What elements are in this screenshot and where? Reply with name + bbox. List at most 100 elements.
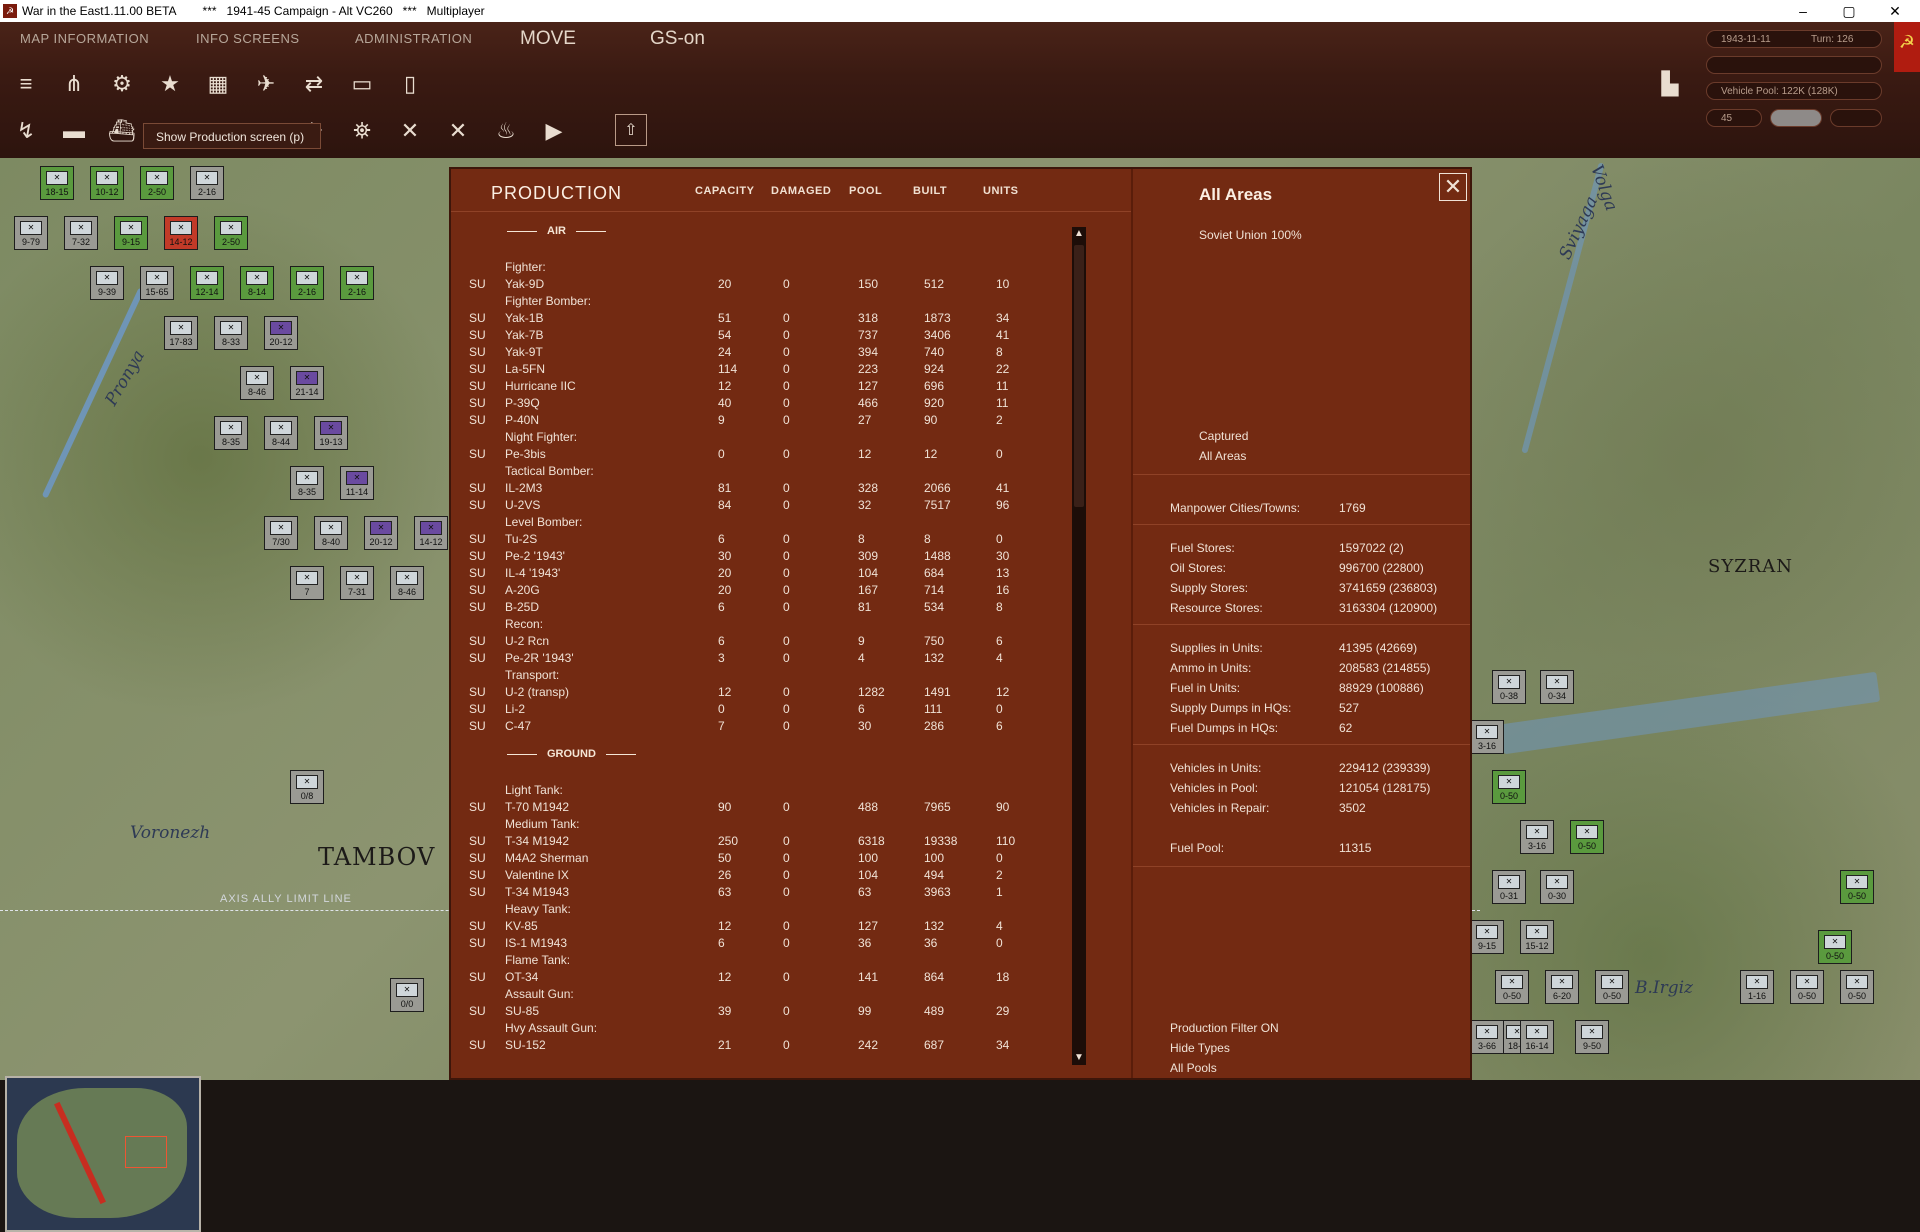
production-row[interactable]: SU A-20G 20 0 167 714 16 <box>451 583 1061 600</box>
unit-counter[interactable]: ✕ 14-12 <box>164 216 198 250</box>
filter-production[interactable]: Production Filter ON <box>1170 1021 1279 1035</box>
item-name[interactable]: Tu-2S <box>505 532 537 546</box>
production-row[interactable]: SU IS-1 M1943 6 0 36 36 0 <box>451 936 1061 953</box>
production-row[interactable]: SU M4A2 Sherman 50 0 100 100 0 <box>451 851 1061 868</box>
unit-counter[interactable]: ✕ 15-65 <box>140 266 174 300</box>
close-icon[interactable]: ✕ <box>1439 173 1467 201</box>
production-row[interactable]: SU C-47 7 0 30 286 6 <box>451 719 1061 736</box>
col-capacity[interactable]: CAPACITY <box>695 185 754 197</box>
item-name[interactable]: T-34 M1943 <box>505 885 569 899</box>
production-row[interactable]: SU T-70 M1942 90 0 488 7965 90 <box>451 800 1061 817</box>
item-name[interactable]: IL-4 '1943' <box>505 566 560 580</box>
chart-icon[interactable]: ▙ <box>1653 67 1687 101</box>
unit-counter[interactable]: ✕ 3-16 <box>1470 720 1504 754</box>
production-row[interactable]: SU Li-2 0 0 6 111 0 <box>451 702 1061 719</box>
end-turn-icon[interactable]: ⇧ <box>615 114 647 146</box>
production-row[interactable]: SU U-2 Rcn 6 0 9 750 6 <box>451 634 1061 651</box>
unit-counter[interactable]: ✕ 0-38 <box>1492 670 1526 704</box>
move-mode-icon[interactable]: ↯ <box>9 114 43 148</box>
filter-hide-types[interactable]: Hide Types <box>1170 1041 1230 1055</box>
item-name[interactable]: Li-2 <box>505 702 525 716</box>
unit-counter[interactable]: ✕ 8-33 <box>214 316 248 350</box>
unit-counter[interactable]: ✕ 0-50 <box>1818 930 1852 964</box>
unit-counter[interactable]: ✕ 10-12 <box>90 166 124 200</box>
unit-counter[interactable]: ✕ 9-79 <box>14 216 48 250</box>
item-name[interactable]: T-34 M1942 <box>505 834 569 848</box>
unit-counter[interactable]: ✕ 16-14 <box>1520 1020 1554 1054</box>
unit-counter[interactable]: ✕ 20-12 <box>364 516 398 550</box>
item-name[interactable]: B-25D <box>505 600 539 614</box>
unit-counter[interactable]: ✕ 7/30 <box>264 516 298 550</box>
production-row[interactable]: SU Yak-1B 51 0 318 1873 34 <box>451 311 1061 328</box>
menu-map-information[interactable]: MAP INFORMATION <box>20 31 149 46</box>
production-row[interactable]: SU T-34 M1942 250 0 6318 19338 110 <box>451 834 1061 851</box>
production-row[interactable]: SU OT-34 12 0 141 864 18 <box>451 970 1061 987</box>
unit-counter[interactable]: ✕ 8-40 <box>314 516 348 550</box>
unit-counter[interactable]: ✕ 0/0 <box>390 978 424 1012</box>
item-name[interactable]: Yak-1B <box>505 311 543 325</box>
unit-counter[interactable]: ✕ 0-50 <box>1570 820 1604 854</box>
unit-counter[interactable]: ✕ 20-12 <box>264 316 298 350</box>
col-units[interactable]: UNITS <box>983 185 1019 197</box>
item-name[interactable]: T-70 M1942 <box>505 800 569 814</box>
item-name[interactable]: A-20G <box>505 583 540 597</box>
unit-counter[interactable]: ✕ 0-50 <box>1840 970 1874 1004</box>
item-name[interactable]: Yak-9T <box>505 345 543 359</box>
unit-counter[interactable]: ✕ 9-15 <box>114 216 148 250</box>
item-name[interactable]: IL-2M3 <box>505 481 542 495</box>
unit-tree-icon[interactable]: ⋔ <box>57 67 91 101</box>
scroll-down-icon[interactable]: ▼ <box>1072 1051 1086 1065</box>
unit-counter[interactable]: ✕ 6-20 <box>1545 970 1579 1004</box>
unit-counter[interactable]: ✕ 3-66 <box>1470 1020 1504 1054</box>
unit-counter[interactable]: ✕ 2-16 <box>290 266 324 300</box>
unit-counter[interactable]: ✕ 9-15 <box>1470 920 1504 954</box>
item-name[interactable]: Yak-7B <box>505 328 543 342</box>
item-name[interactable]: KV-85 <box>505 919 538 933</box>
interdiction-icon[interactable]: ✕ <box>393 114 427 148</box>
unit-counter[interactable]: ✕ 9-39 <box>90 266 124 300</box>
item-name[interactable]: U-2 (transp) <box>505 685 569 699</box>
item-name[interactable]: U-2VS <box>505 498 540 512</box>
production-icon[interactable]: ▦ <box>201 67 235 101</box>
item-name[interactable]: Pe-3bis <box>505 447 546 461</box>
unit-counter[interactable]: ✕ 7-32 <box>64 216 98 250</box>
item-name[interactable]: U-2 Rcn <box>505 634 549 648</box>
unit-counter[interactable]: ✕ 17-83 <box>164 316 198 350</box>
production-row[interactable]: SU Yak-9D 20 0 150 512 10 <box>451 277 1061 294</box>
production-row[interactable]: SU U-2VS 84 0 32 7517 96 <box>451 498 1061 515</box>
item-name[interactable]: SU-85 <box>505 1004 539 1018</box>
gear-icon[interactable]: ⚙ <box>105 67 139 101</box>
unit-counter[interactable]: ✕ 1-16 <box>1740 970 1774 1004</box>
slider-pill[interactable] <box>1770 109 1822 127</box>
production-row[interactable]: SU U-2 (transp) 12 0 1282 1491 12 <box>451 685 1061 702</box>
production-row[interactable]: SU T-34 M1943 63 0 63 3963 1 <box>451 885 1061 902</box>
production-row[interactable]: SU SU-152 21 0 242 687 34 <box>451 1038 1061 1055</box>
production-row[interactable]: SU P-40N 9 0 27 90 2 <box>451 413 1061 430</box>
unit-counter[interactable]: ✕ 0/8 <box>290 770 324 804</box>
bomber-icon[interactable]: ⛯ <box>345 114 379 148</box>
star-icon[interactable]: ★ <box>153 67 187 101</box>
item-name[interactable]: La-5FN <box>505 362 545 376</box>
production-row[interactable]: SU IL-2M3 81 0 328 2066 41 <box>451 481 1061 498</box>
unit-counter[interactable]: ✕ 0-31 <box>1492 870 1526 904</box>
scroll-up-icon[interactable]: ▲ <box>1072 227 1086 241</box>
unit-counter[interactable]: ✕ 15-12 <box>1520 920 1554 954</box>
production-row[interactable]: SU B-25D 6 0 81 534 8 <box>451 600 1061 617</box>
item-name[interactable]: Hurricane IIC <box>505 379 576 393</box>
item-name[interactable]: P-39Q <box>505 396 540 410</box>
production-row[interactable]: SU Pe-2 '1943' 30 0 309 1488 30 <box>451 549 1061 566</box>
minimap-viewport[interactable] <box>125 1136 167 1168</box>
menu-info-screens[interactable]: INFO SCREENS <box>196 31 300 46</box>
item-name[interactable]: OT-34 <box>505 970 538 984</box>
unit-counter[interactable]: ✕ 0-50 <box>1492 770 1526 804</box>
rail-icon[interactable]: ▭ <box>345 67 379 101</box>
unit-counter[interactable]: ✕ 11-14 <box>340 466 374 500</box>
unit-counter[interactable]: ✕ 8-35 <box>290 466 324 500</box>
item-name[interactable]: M4A2 Sherman <box>505 851 588 865</box>
minimap[interactable] <box>5 1076 201 1232</box>
unit-counter[interactable]: ✕ 9-50 <box>1575 1020 1609 1054</box>
col-pool[interactable]: POOL <box>849 185 882 197</box>
empty-pill[interactable] <box>1830 109 1882 127</box>
strike-icon[interactable]: ✕ <box>441 114 475 148</box>
unit-counter[interactable]: ✕ 19-13 <box>314 416 348 450</box>
